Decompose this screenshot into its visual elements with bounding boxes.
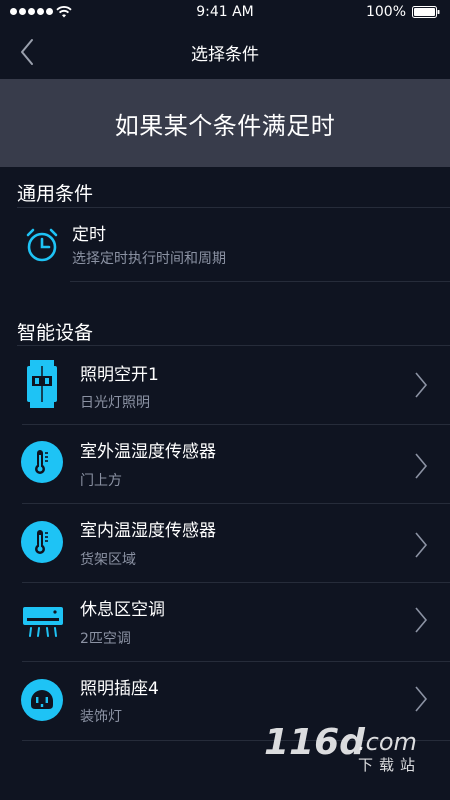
device-title: 室外温湿度传感器 [80,442,216,462]
device-subtitle: 日光灯照明 [80,395,150,411]
chevron-right-icon [415,607,428,633]
svg-text:.com: .com [358,728,417,756]
alarm-clock-icon [21,224,63,266]
navigation-bar: 选择条件 [0,26,450,78]
battery-percentage: 100% [365,4,406,20]
device-title: 休息区空调 [80,600,165,620]
status-bar: 9:41 AM 100% [0,0,450,26]
timer-condition-subtitle: 选择定时执行时间和周期 [72,251,226,267]
circuit-breaker-icon [21,360,63,408]
device-subtitle: 门上方 [80,473,122,489]
device-item[interactable]: 室内温湿度传感器 货架区域 [0,504,450,582]
section-header-devices: 智能设备 [17,322,94,344]
watermark-logo: 116d .com 下载站 [264,722,421,774]
timer-condition-title: 定时 [72,225,106,245]
device-item[interactable]: 室外温湿度传感器 门上方 [0,425,450,503]
divider [70,281,450,282]
chevron-right-icon [415,686,428,712]
socket-icon [21,679,63,721]
page: 9:41 AM 100% 选择条件 如果某个条件满足时 通用条件 定时 选择定时… [0,0,450,800]
page-title: 选择条件 [191,45,259,65]
device-item[interactable]: 休息区空调 2匹空调 [0,583,450,661]
condition-banner: 如果某个条件满足时 [0,79,450,167]
chevron-right-icon [415,453,428,479]
device-title: 照明插座4 [80,679,159,699]
device-subtitle: 货架区域 [80,552,136,568]
device-title: 照明空开1 [80,365,159,385]
timer-condition-item[interactable]: 定时 选择定时执行时间和周期 [0,208,450,280]
device-subtitle: 2匹空调 [80,631,131,647]
svg-text:下载站: 下载站 [358,756,421,774]
device-title: 室内温湿度传感器 [80,521,216,541]
chevron-right-icon [415,372,428,398]
svg-text:116d: 116d [264,722,366,763]
battery-icon [412,6,440,18]
device-subtitle: 装饰灯 [80,709,122,725]
thermometer-icon [21,521,63,563]
chevron-right-icon [415,532,428,558]
thermometer-icon [21,441,63,483]
section-header-general: 通用条件 [17,183,94,205]
device-item[interactable]: 照明空开1 日光灯照明 [0,346,450,424]
air-conditioner-icon [20,601,66,643]
